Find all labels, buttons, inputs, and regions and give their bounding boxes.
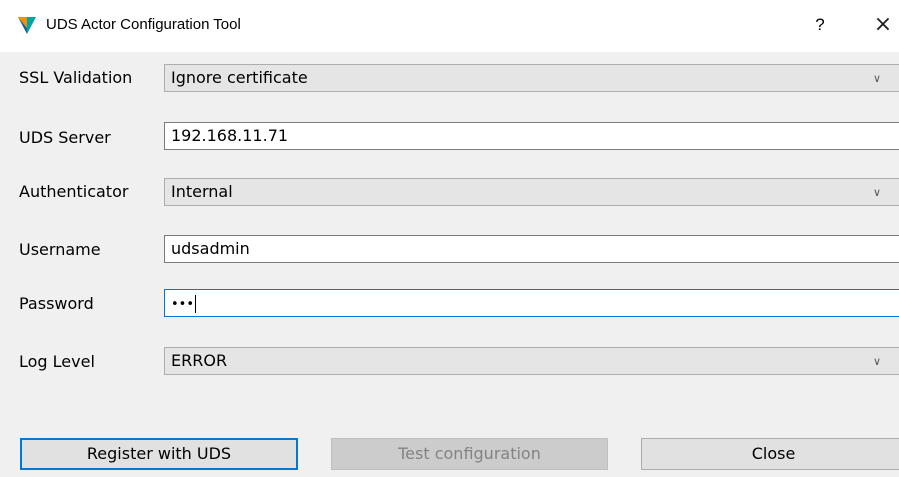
register-button[interactable]: Register with UDS bbox=[20, 438, 298, 470]
chevron-down-icon: ∨ bbox=[872, 186, 881, 199]
text-cursor bbox=[195, 294, 197, 313]
help-button[interactable]: ? bbox=[808, 12, 832, 38]
uds-server-input[interactable]: 192.168.11.71 bbox=[164, 122, 899, 150]
chevron-down-icon: ∨ bbox=[872, 72, 881, 85]
window-title: UDS Actor Configuration Tool bbox=[46, 16, 241, 33]
username-input[interactable]: udsadmin bbox=[164, 235, 899, 263]
close-window-button[interactable]: × bbox=[870, 12, 896, 38]
ssl-validation-value: Ignore certificate bbox=[171, 68, 308, 87]
test-configuration-button[interactable]: Test configuration bbox=[331, 438, 608, 470]
uds-server-value: 192.168.11.71 bbox=[171, 126, 289, 145]
ssl-validation-select[interactable]: Ignore certificate ∨ bbox=[164, 64, 899, 92]
authenticator-select[interactable]: Internal ∨ bbox=[164, 178, 899, 206]
close-button[interactable]: Close bbox=[641, 438, 899, 470]
log-level-select[interactable]: ERROR ∨ bbox=[164, 347, 899, 375]
authenticator-value: Internal bbox=[171, 182, 233, 201]
log-level-label: Log Level bbox=[19, 352, 95, 371]
uds-logo-icon bbox=[16, 14, 38, 36]
username-label: Username bbox=[19, 240, 101, 259]
uds-server-label: UDS Server bbox=[19, 128, 111, 147]
chevron-down-icon: ∨ bbox=[872, 355, 881, 368]
username-value: udsadmin bbox=[171, 239, 250, 258]
authenticator-label: Authenticator bbox=[19, 182, 129, 201]
log-level-value: ERROR bbox=[171, 351, 228, 370]
ssl-validation-label: SSL Validation bbox=[19, 68, 133, 87]
password-input[interactable]: ••• bbox=[164, 289, 899, 317]
password-value: ••• bbox=[171, 297, 195, 312]
password-label: Password bbox=[19, 294, 94, 313]
title-bar: UDS Actor Configuration Tool ? × bbox=[0, 0, 899, 52]
